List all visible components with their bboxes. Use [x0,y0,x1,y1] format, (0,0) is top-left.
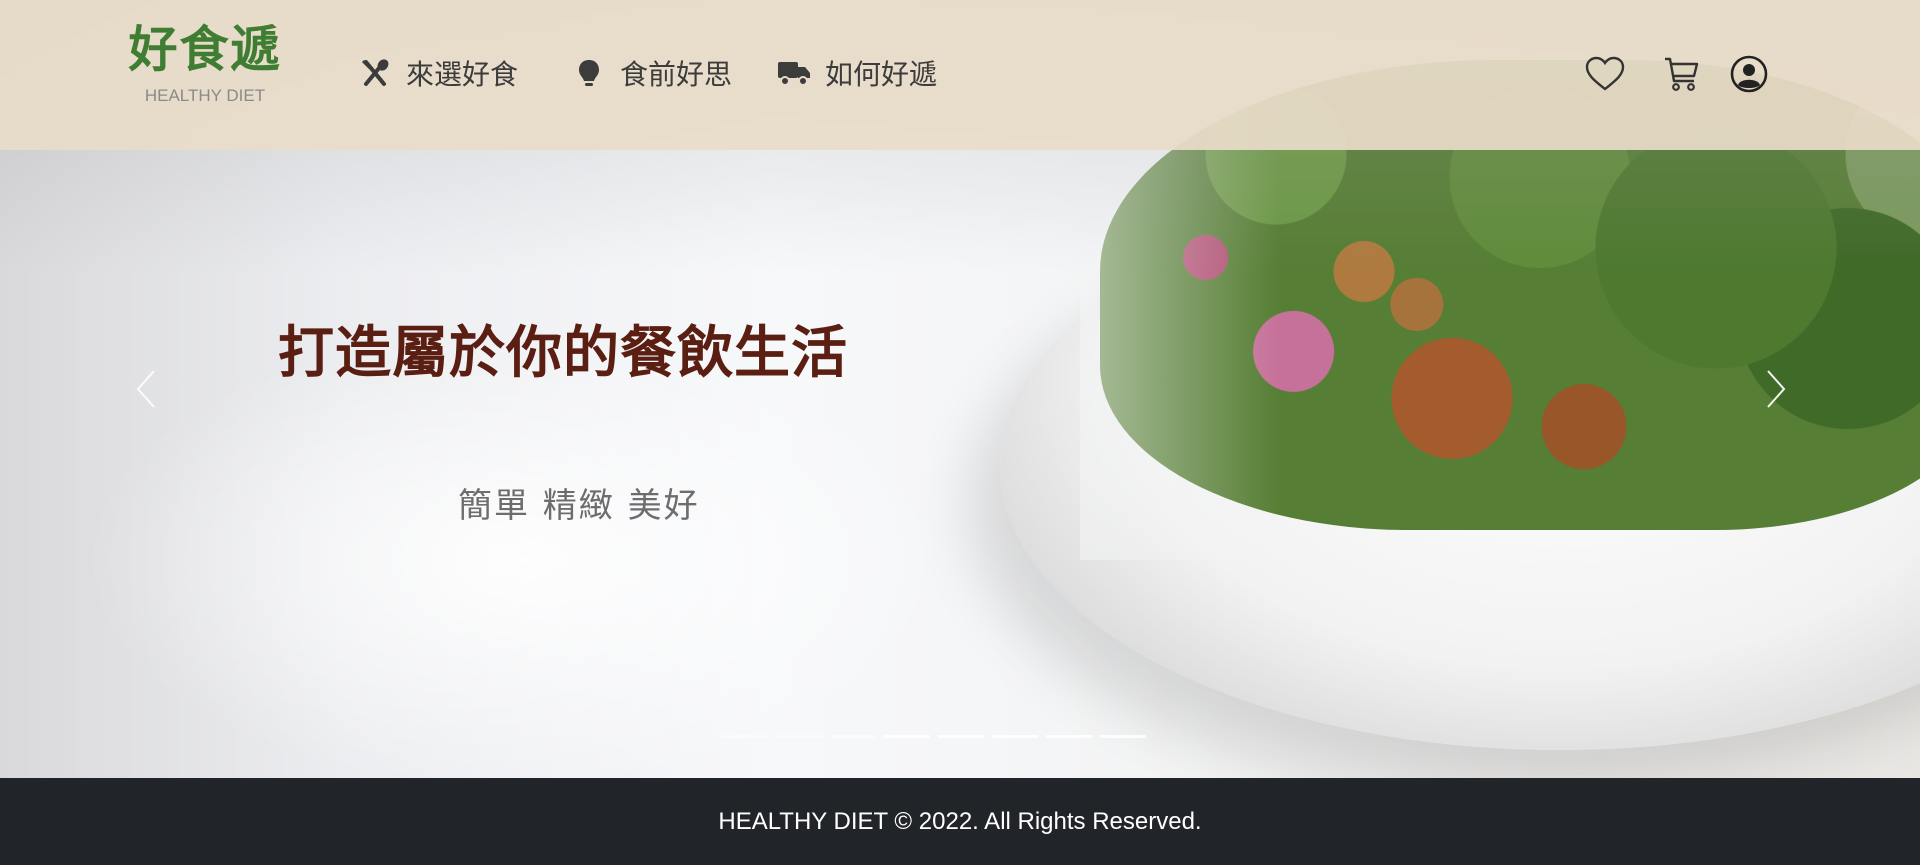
nav-item-food-thoughts[interactable]: 食前好思 [572,53,732,93]
favorites-button[interactable] [1585,54,1625,94]
heart-icon [1585,56,1625,91]
carousel-indicator[interactable] [884,735,930,738]
chevron-right-icon [1767,370,1786,408]
utensils-icon [358,56,392,90]
carousel-indicator[interactable] [722,735,768,738]
user-circle-icon [1730,55,1768,93]
brand-logo[interactable]: 好食遞 HEALTHY DIET [125,22,285,106]
carousel-prev-button[interactable] [126,365,166,413]
nav-item-label: 食前好思 [620,58,733,91]
carousel-indicators [722,735,1146,738]
navbar: 好食遞 HEALTHY DIET 來選好食 食前好思 如何好遞 [0,0,1920,150]
nav-item-label: 來選好食 [406,58,519,91]
brand-title: 好食遞 [128,21,282,78]
lightbulb-icon [572,56,606,90]
cart-button[interactable] [1662,54,1702,94]
chevron-left-icon [136,370,155,408]
hero-subtitle: 簡單 精緻 美好 [458,486,700,526]
carousel-indicator[interactable] [992,735,1038,738]
brand-subtitle: HEALTHY DIET [144,86,266,105]
carousel-indicator[interactable] [1046,735,1092,738]
carousel-indicator[interactable] [1100,735,1146,738]
carousel-next-button[interactable] [1756,365,1796,413]
footer: HEALTHY DIET © 2022. All Rights Reserved… [0,778,1920,865]
account-button[interactable] [1729,54,1769,94]
nav-item-label: 如何好遞 [825,58,938,91]
hero-title: 打造屬於你的餐飲生活 [278,321,848,386]
nav-item-choose-food[interactable]: 來選好食 [358,53,518,93]
carousel-indicator[interactable] [938,735,984,738]
truck-icon [777,56,811,90]
cart-icon [1665,57,1699,91]
carousel-indicator[interactable] [776,735,822,738]
carousel-indicator[interactable] [830,735,876,738]
copyright-text: HEALTHY DIET © 2022. All Rights Reserved… [718,807,1202,835]
nav-item-delivery[interactable]: 如何好遞 [777,53,937,93]
